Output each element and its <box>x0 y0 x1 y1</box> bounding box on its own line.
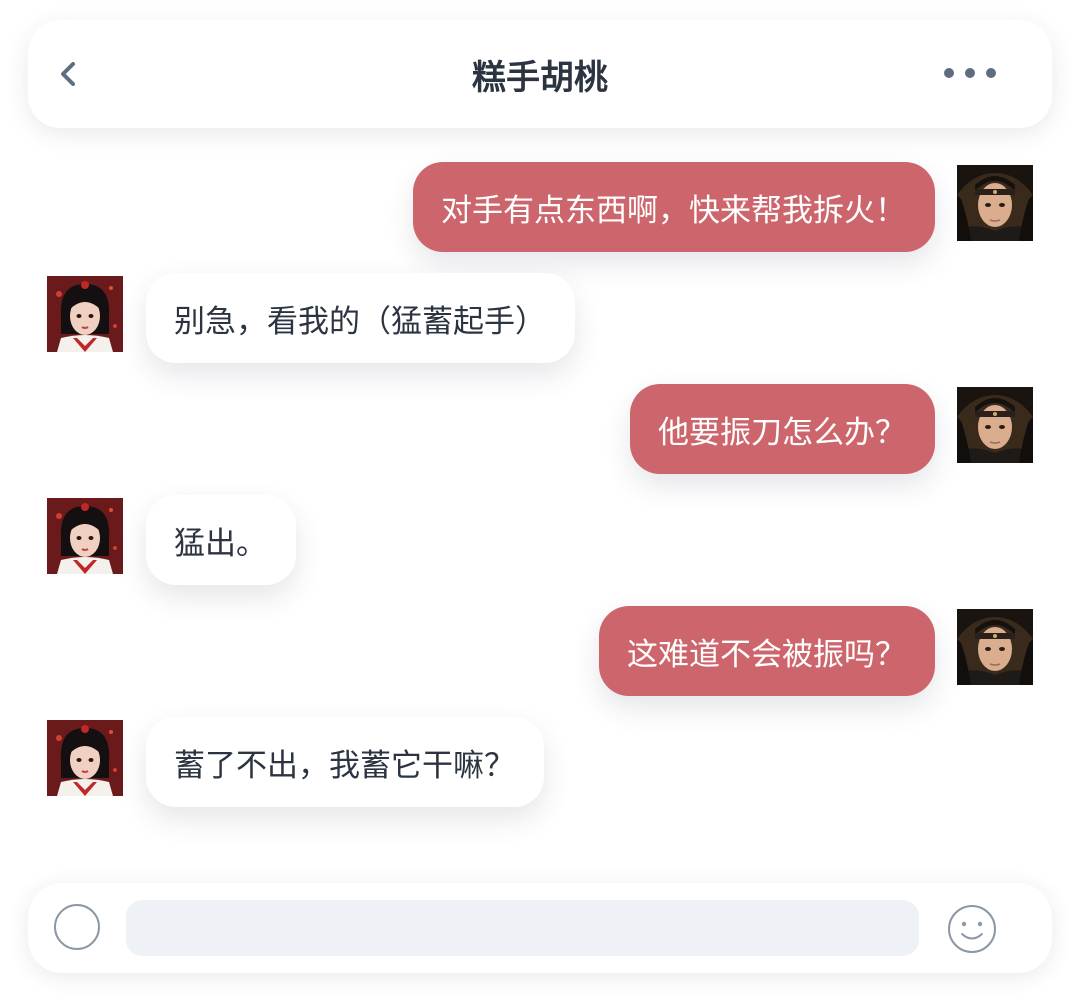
message-text: 蓄了不出，我蓄它干嘛？ <box>174 747 515 784</box>
chevron-left-icon <box>61 62 75 86</box>
chat-header: 糕手胡桃 <box>28 20 1052 128</box>
female-fighter-avatar[interactable] <box>47 498 123 574</box>
more-dot <box>944 68 954 78</box>
smiley-icon <box>948 905 996 953</box>
emoji-button[interactable] <box>946 903 998 955</box>
chat-screen: 糕手胡桃 对手有点东西啊，快来帮我拆火！ 别急，看我的（猛蓄起手） 他要振刀怎么… <box>0 0 1080 1000</box>
voice-button[interactable] <box>54 904 100 950</box>
chat-title: 糕手胡桃 <box>472 58 608 98</box>
female-fighter-avatar[interactable] <box>47 276 123 352</box>
more-dot <box>986 68 996 78</box>
message-input[interactable] <box>126 900 919 956</box>
back-button[interactable] <box>50 54 86 94</box>
message-text: 他要振刀怎么办？ <box>658 414 906 451</box>
message-text: 别急，看我的（猛蓄起手） <box>174 303 546 340</box>
incoming-message-bubble[interactable]: 猛出。 <box>146 495 296 585</box>
outgoing-message-bubble[interactable]: 他要振刀怎么办？ <box>630 384 935 474</box>
male-warrior-avatar[interactable] <box>957 165 1033 241</box>
incoming-message-bubble[interactable]: 别急，看我的（猛蓄起手） <box>146 273 575 363</box>
message-text: 猛出。 <box>174 525 267 562</box>
male-warrior-avatar[interactable] <box>957 609 1033 685</box>
more-button[interactable] <box>944 58 996 88</box>
incoming-message-bubble[interactable]: 蓄了不出，我蓄它干嘛？ <box>146 717 544 807</box>
message-input-bar <box>28 883 1052 973</box>
more-dot <box>965 68 975 78</box>
female-fighter-avatar[interactable] <box>47 720 123 796</box>
outgoing-message-bubble[interactable]: 这难道不会被振吗？ <box>599 606 935 696</box>
outgoing-message-bubble[interactable]: 对手有点东西啊，快来帮我拆火！ <box>413 162 935 252</box>
message-text: 对手有点东西啊，快来帮我拆火！ <box>441 192 906 229</box>
male-warrior-avatar[interactable] <box>957 387 1033 463</box>
message-text: 这难道不会被振吗？ <box>627 636 906 673</box>
